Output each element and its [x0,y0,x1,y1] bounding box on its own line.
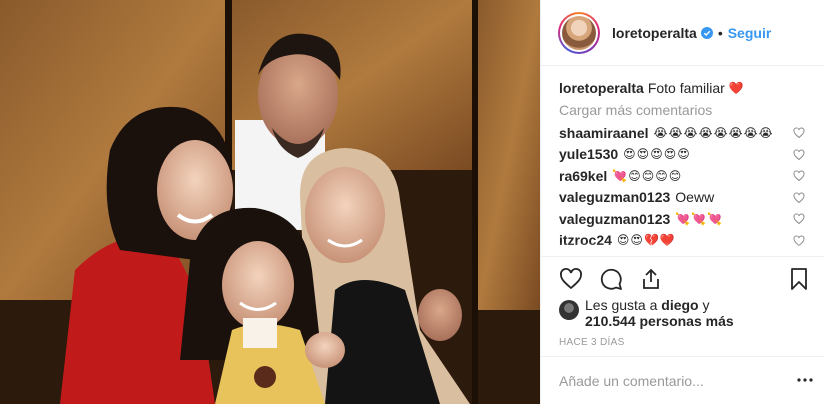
load-more-comments-button[interactable]: Cargar más comentarios [559,102,807,122]
likes-count[interactable]: 210.544 personas más [585,313,734,329]
share-icon[interactable] [639,267,663,291]
like-comment-heart-icon[interactable] [793,213,805,225]
comment-text: 💘😊😊😊😊 [612,168,683,183]
add-comment-input[interactable]: Añade un comentario... [559,373,704,389]
comment-username[interactable]: valeguzman0123 [559,211,670,227]
like-comment-heart-icon[interactable] [793,148,805,161]
post-timestamp[interactable]: HACE 3 DÍAS [559,337,625,348]
family-photo-image [0,0,540,404]
instagram-post: loretoperalta • Seguir loretoperalta Fot… [0,0,824,404]
comment-username[interactable]: valeguzman0123 [559,189,670,205]
comment-row: shaamiraanel 😭😭😭😭😭😭😭😭 [559,122,807,144]
post-actions-bar [541,256,824,300]
post-header: loretoperalta • Seguir [541,0,824,66]
comment-text: 😭😭😭😭😭😭😭😭 [653,125,774,140]
likes-text: Les gusta a diego y 210.544 personas más [585,297,734,329]
comment-username[interactable]: ra69kel [559,168,607,184]
post-caption: loretoperalta Foto familiar ❤️ [559,78,807,98]
comment-bubble-icon[interactable] [599,267,623,291]
liker-username[interactable]: diego [661,297,698,313]
like-comment-heart-icon[interactable] [793,191,805,204]
comments-list: loretoperalta Foto familiar ❤️ Cargar má… [541,66,824,256]
likes-prefix: Les gusta a [585,297,658,313]
like-heart-icon[interactable] [559,267,583,291]
comment-row: valeguzman0123 Oeww [559,187,807,209]
likes-conjunction: y [702,297,710,313]
like-comment-heart-icon[interactable] [793,170,805,182]
author-avatar[interactable] [558,11,600,54]
verified-badge-icon [700,26,713,39]
comment-row: valeguzman0123 💘💘💘 [559,208,807,230]
follow-button[interactable]: Seguir [728,25,772,41]
comment-text: 😍😍😍😍😍 [623,147,691,162]
caption-username[interactable]: loretoperalta [559,80,644,96]
likes-summary: Les gusta a diego y 210.544 personas más [559,297,809,329]
liker-avatar[interactable] [559,300,579,320]
header-separator: • [717,24,723,41]
comment-row: ra69kel 💘😊😊😊😊 [559,165,807,187]
comment-username[interactable]: shaamiraanel [559,125,649,141]
comment-text: 💘💘💘 [675,211,724,226]
like-comment-heart-icon[interactable] [793,127,805,139]
comment-text: Oeww [675,189,715,206]
caption-text: Foto familiar [647,80,725,96]
post-side-panel: loretoperalta • Seguir loretoperalta Fot… [540,0,824,404]
comment-username[interactable]: yule1530 [559,146,618,162]
bookmark-icon[interactable] [787,267,811,291]
author-username[interactable]: loretoperalta [612,25,697,41]
comments-fade [541,242,824,256]
add-comment-form: Añade un comentario... [541,356,824,404]
post-photo[interactable] [0,0,540,404]
comment-row: yule1530 😍😍😍😍😍 [559,144,807,166]
caption-emoji: ❤️ [728,81,744,95]
more-options-icon[interactable] [797,376,813,384]
